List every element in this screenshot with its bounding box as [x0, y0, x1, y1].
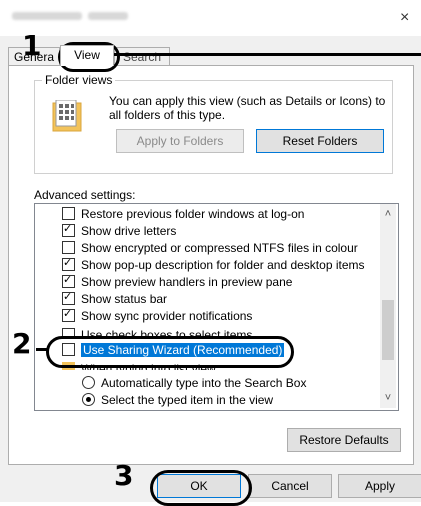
- ok-highlight-ring: [150, 470, 252, 506]
- sharing-wizard-highlight-ring: [46, 336, 294, 368]
- restore-defaults-button[interactable]: Restore Defaults: [287, 428, 401, 452]
- checkbox[interactable]: [62, 241, 75, 254]
- checkbox[interactable]: [62, 207, 75, 220]
- radio-button[interactable]: [82, 376, 95, 389]
- step-1-label: 1: [22, 29, 42, 62]
- checkbox[interactable]: [62, 256, 75, 271]
- reset-folders-button[interactable]: Reset Folders: [256, 129, 384, 153]
- radio-button[interactable]: [82, 393, 95, 406]
- list-item[interactable]: Show drive letters: [62, 222, 376, 239]
- step-2-label: 2: [12, 327, 32, 360]
- scrollbar-thumb[interactable]: [382, 300, 394, 360]
- pointer-line: [36, 348, 48, 351]
- list-item[interactable]: Show encrypted or compressed NTFS files …: [62, 241, 376, 256]
- checkbox[interactable]: [62, 273, 75, 288]
- tab-search[interactable]: Search: [114, 47, 170, 66]
- folder-views-label: Folder views: [42, 73, 116, 87]
- window-title-part: [88, 12, 128, 20]
- chevron-up-icon[interactable]: ˄: [380, 206, 396, 222]
- checkbox[interactable]: [62, 328, 75, 336]
- step-3-label: 3: [114, 459, 134, 492]
- list-item[interactable]: Show status bar: [62, 290, 376, 307]
- checkbox[interactable]: [62, 222, 75, 237]
- apply-button[interactable]: Apply: [338, 474, 421, 498]
- radio-item[interactable]: Automatically type into the Search Box: [82, 376, 396, 391]
- list-item[interactable]: Show sync provider notifications: [62, 307, 376, 324]
- window-title: [12, 12, 82, 20]
- folder-views-description: You can apply this view (such as Details…: [109, 94, 386, 122]
- list-item[interactable]: Show pop-up description for folder and d…: [62, 256, 376, 273]
- folder-view-icon: [52, 100, 82, 132]
- tab-view[interactable]: View: [60, 45, 114, 66]
- list-item[interactable]: Use check boxes to select items: [62, 328, 376, 336]
- advanced-settings-label: Advanced settings:: [34, 188, 136, 202]
- checkbox[interactable]: [62, 307, 75, 322]
- chevron-down-icon[interactable]: ˅: [380, 390, 396, 406]
- cancel-button[interactable]: Cancel: [248, 474, 332, 498]
- list-item[interactable]: Show preview handlers in preview pane: [62, 273, 376, 290]
- close-icon[interactable]: ×: [400, 10, 409, 26]
- checkbox[interactable]: [62, 290, 75, 305]
- radio-item[interactable]: Select the typed item in the view: [82, 393, 396, 408]
- apply-to-folders-button[interactable]: Apply to Folders: [116, 129, 244, 153]
- list-item[interactable]: Restore previous folder windows at log-o…: [62, 207, 376, 222]
- pointer-line: [114, 53, 421, 56]
